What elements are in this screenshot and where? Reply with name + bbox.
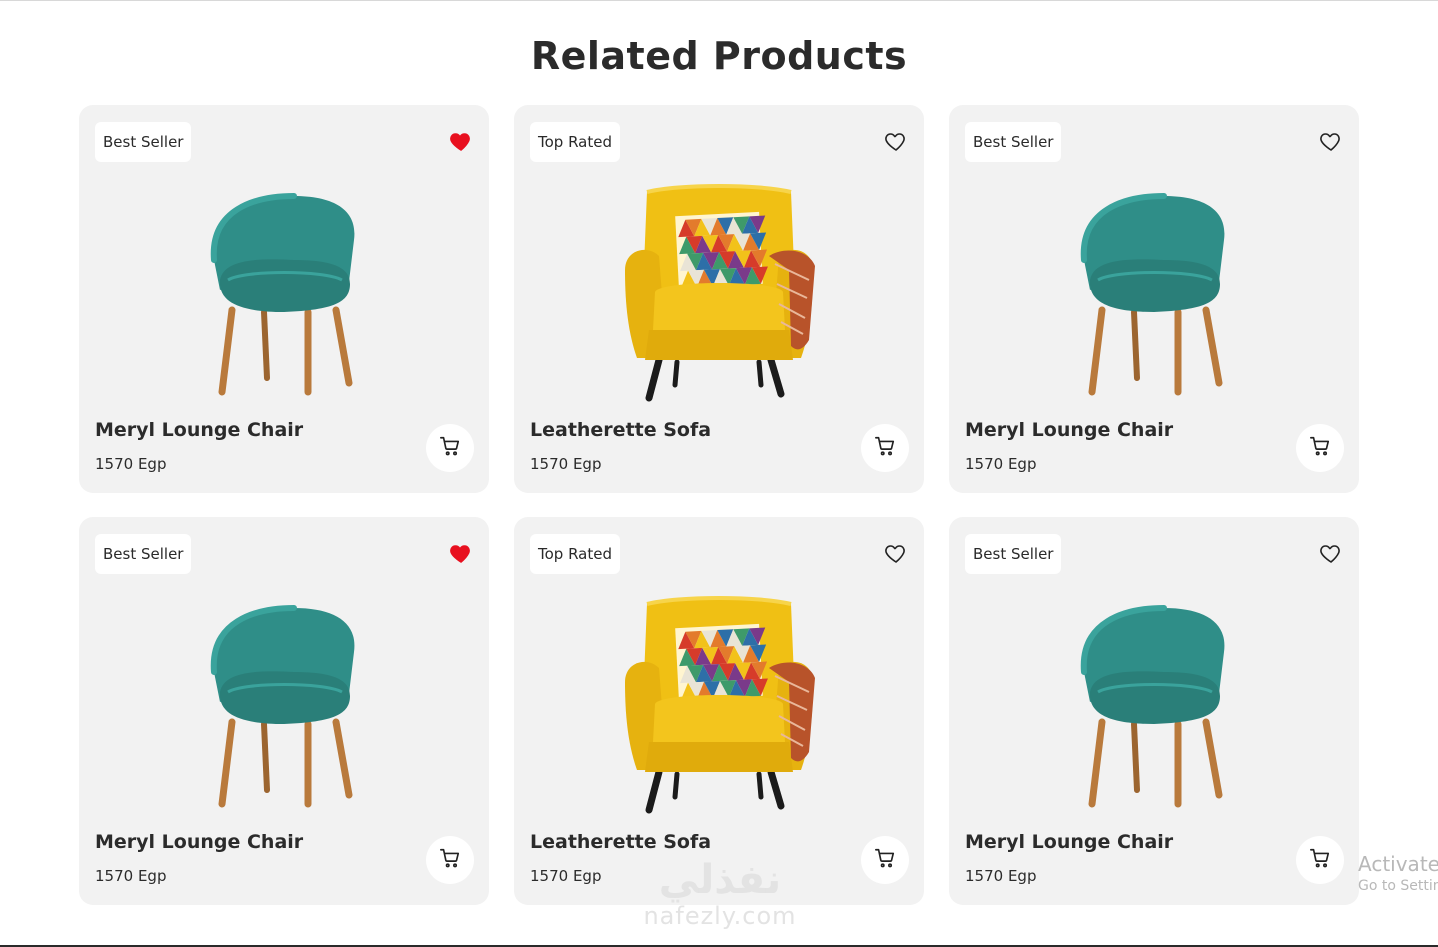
product-image[interactable]	[619, 592, 819, 817]
top-divider	[0, 0, 1438, 1]
add-to-cart-button[interactable]	[426, 424, 474, 472]
activate-windows-notice: Activate Windows Go to Settings to activ…	[1358, 852, 1438, 896]
heart-icon[interactable]	[1319, 129, 1343, 153]
product-price: 1570 Egp	[95, 867, 167, 885]
add-to-cart-button[interactable]	[861, 836, 909, 884]
product-grid: Best Seller Meryl Lounge Chair 1570 Egp …	[79, 105, 1359, 905]
heart-icon[interactable]	[884, 541, 908, 565]
product-badge: Top Rated	[530, 534, 620, 574]
product-price: 1570 Egp	[965, 455, 1037, 473]
add-to-cart-button[interactable]	[1296, 424, 1344, 472]
cart-icon	[1309, 847, 1331, 873]
product-price: 1570 Egp	[95, 455, 167, 473]
watermark-latin: nafezly.com	[643, 902, 797, 930]
product-badge: Best Seller	[965, 122, 1062, 162]
product-name[interactable]: Meryl Lounge Chair	[965, 831, 1173, 853]
product-image[interactable]	[184, 180, 384, 405]
heart-icon[interactable]	[1319, 541, 1343, 565]
product-image[interactable]	[1054, 180, 1254, 405]
product-card[interactable]: Best Seller Meryl Lounge Chair 1570 Egp	[79, 517, 489, 905]
add-to-cart-button[interactable]	[861, 424, 909, 472]
cart-icon	[874, 435, 896, 461]
product-image[interactable]	[1054, 592, 1254, 817]
product-badge: Best Seller	[965, 534, 1062, 574]
cart-icon	[439, 847, 461, 873]
activate-windows-title: Activate Windows	[1358, 852, 1438, 876]
add-to-cart-button[interactable]	[426, 836, 474, 884]
product-price: 1570 Egp	[530, 455, 602, 473]
product-badge: Top Rated	[530, 122, 620, 162]
product-badge: Best Seller	[95, 534, 192, 574]
product-price: 1570 Egp	[530, 867, 602, 885]
heart-icon[interactable]	[449, 541, 473, 565]
product-card[interactable]: Best Seller Meryl Lounge Chair 1570 Egp	[949, 105, 1359, 493]
add-to-cart-button[interactable]	[1296, 836, 1344, 884]
product-name[interactable]: Leatherette Sofa	[530, 419, 711, 441]
cart-icon	[1309, 435, 1331, 461]
product-image[interactable]	[184, 592, 384, 817]
heart-icon[interactable]	[449, 129, 473, 153]
section-title: Related Products	[530, 34, 908, 78]
product-badge: Best Seller	[95, 122, 192, 162]
activate-windows-subtitle: Go to Settings to activate Windows.	[1358, 878, 1438, 894]
product-card[interactable]: Best Seller Meryl Lounge Chair 1570 Egp	[949, 517, 1359, 905]
cart-icon	[874, 847, 896, 873]
product-name[interactable]: Leatherette Sofa	[530, 831, 711, 853]
product-card[interactable]: Best Seller Meryl Lounge Chair 1570 Egp	[79, 105, 489, 493]
heart-icon[interactable]	[884, 129, 908, 153]
product-name[interactable]: Meryl Lounge Chair	[95, 831, 303, 853]
product-name[interactable]: Meryl Lounge Chair	[95, 419, 303, 441]
product-name[interactable]: Meryl Lounge Chair	[965, 419, 1173, 441]
product-card[interactable]: Top Rated Leatherette Sofa 1570 Egp	[514, 105, 924, 493]
product-card[interactable]: Top Rated Leatherette Sofa 1570 Egp	[514, 517, 924, 905]
cart-icon	[439, 435, 461, 461]
product-price: 1570 Egp	[965, 867, 1037, 885]
product-image[interactable]	[619, 180, 819, 405]
